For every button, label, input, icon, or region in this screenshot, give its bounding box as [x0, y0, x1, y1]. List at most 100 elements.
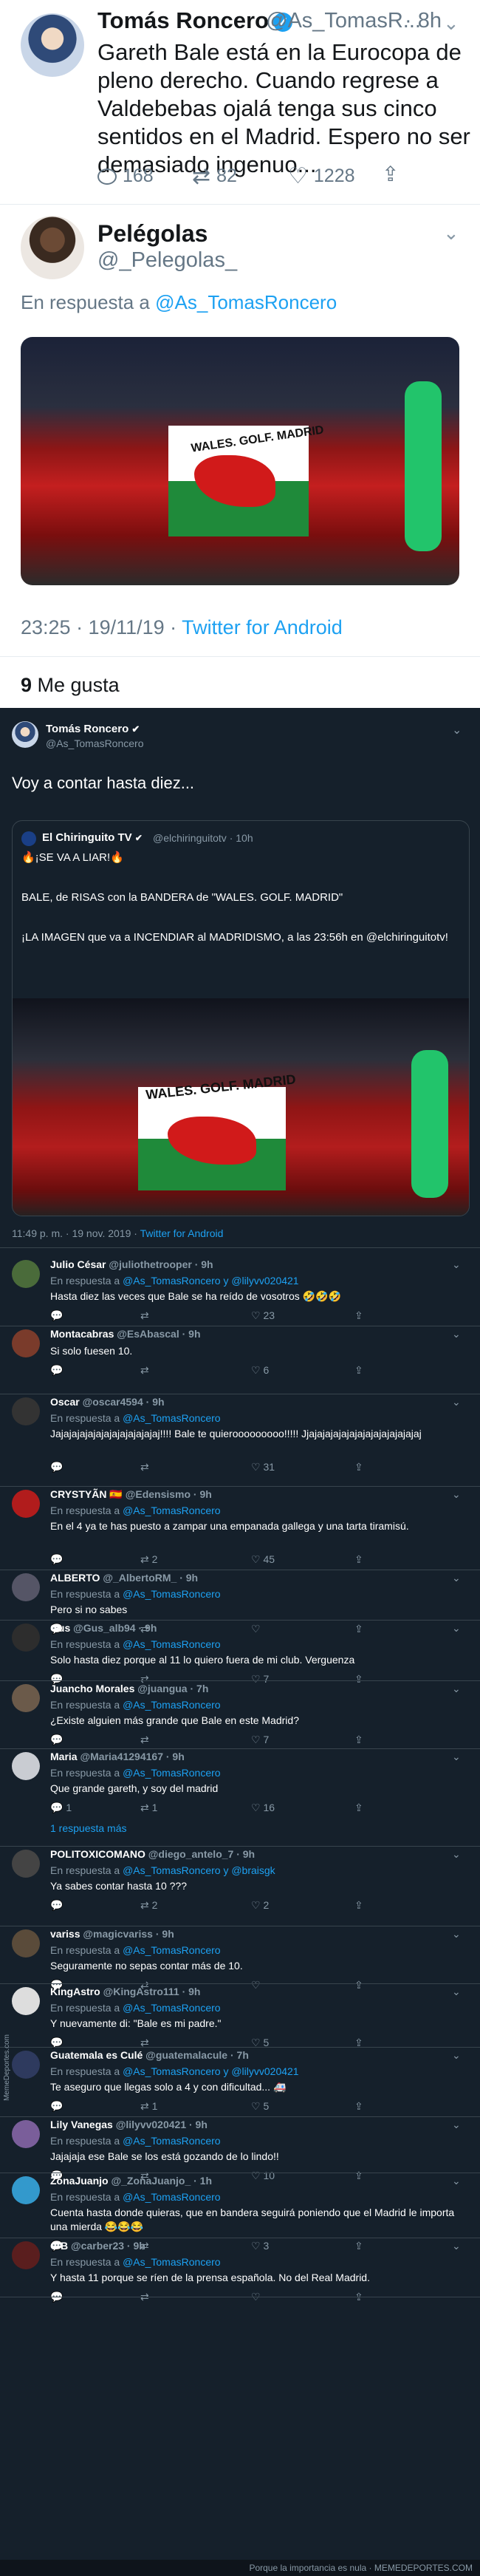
- avatar[interactable]: [12, 1684, 40, 1712]
- mention-link[interactable]: @As_TomasRoncero: [123, 2002, 221, 2014]
- share-button[interactable]: ⇪: [354, 1734, 363, 1746]
- source-link[interactable]: Twitter for Android: [140, 1227, 224, 1239]
- reply-tweet[interactable]: Maria @Maria41294167 · 9h ⌄ En respuesta a…: [0, 1749, 480, 1847]
- mention-link[interactable]: @As_TomasRoncero: [123, 1412, 221, 1424]
- author-name[interactable]: ALBERTO @_AlbertoRM_ · 9h: [50, 1572, 198, 1584]
- author-name[interactable]: C B @carber23 · 9h: [50, 2240, 145, 2252]
- avatar[interactable]: [12, 1329, 40, 1357]
- retweet-button[interactable]: ⇄: [140, 1461, 149, 1473]
- avatar[interactable]: [12, 2241, 40, 2269]
- reply-tweet[interactable]: Julio César @juliothetrooper · 9h ⌄ En res…: [0, 1257, 480, 1326]
- mention-link[interactable]: @As_TomasRoncero: [123, 1944, 221, 1956]
- author-name[interactable]: Julio César @juliothetrooper · 9h: [50, 1258, 213, 1270]
- reply-tweet[interactable]: Montacabras @EsAbascal · 9h ⌄ Si solo fues…: [0, 1326, 480, 1394]
- reply-tweet[interactable]: POLITOXICOMANO @diego_antelo_7 · 9h ⌄ En r…: [0, 1847, 480, 1926]
- chevron-down-icon[interactable]: ⌄: [452, 1848, 461, 1861]
- like-button[interactable]: ♡ 6: [251, 1364, 269, 1377]
- mention-link[interactable]: @As_TomasRoncero: [123, 2256, 221, 2268]
- avatar[interactable]: [12, 1490, 40, 1518]
- mention-link[interactable]: @As_TomasRoncero: [155, 291, 337, 313]
- mention-link[interactable]: @As_TomasRoncero y @lilyvv020421: [123, 2065, 299, 2077]
- like-button[interactable]: ♡ 31: [251, 1461, 275, 1473]
- author-name[interactable]: Pelégolas: [97, 220, 208, 248]
- reply-tweet[interactable]: C B @carber23 · 9h ⌄ En respuesta a @As_To…: [0, 2238, 480, 2303]
- share-button[interactable]: ⇪: [382, 164, 399, 185]
- reply-tweet[interactable]: Guatemala es Culé @guatemalacule · 7h ⌄ En…: [0, 2048, 480, 2117]
- author-name[interactable]: Gus @Gus_alb94 · 9h: [50, 1622, 157, 1634]
- avatar[interactable]: [12, 1987, 40, 2015]
- reply-button[interactable]: 💬 1: [50, 1802, 72, 1814]
- chevron-down-icon[interactable]: ⌄: [452, 1258, 461, 1271]
- avatar[interactable]: [12, 1397, 40, 1425]
- quote-photo[interactable]: WALES. GOLF. MADRID: [13, 998, 469, 1216]
- chevron-down-icon[interactable]: ⌄: [443, 12, 459, 35]
- avatar[interactable]: [21, 13, 84, 77]
- reply-button[interactable]: 💬: [50, 1309, 63, 1322]
- author-name[interactable]: variss @magicvariss · 9h: [50, 1928, 174, 1940]
- retweet-button[interactable]: ⇄: [140, 1309, 149, 1322]
- chevron-down-icon[interactable]: ⌄: [452, 2119, 461, 2131]
- share-button[interactable]: ⇪: [354, 1309, 363, 1322]
- reply-button[interactable]: 💬: [50, 1734, 63, 1746]
- author-name[interactable]: POLITOXICOMANO @diego_antelo_7 · 9h: [50, 1848, 255, 1860]
- reply-tweet[interactable]: Juancho Morales @juangua · 7h ⌄ En respues…: [0, 1681, 480, 1749]
- reply-button[interactable]: 168: [97, 166, 154, 187]
- avatar[interactable]: [12, 721, 38, 748]
- like-button[interactable]: ♡ 16: [251, 1802, 275, 1814]
- mention-link[interactable]: @As_TomasRoncero y @lilyvv020421: [123, 1275, 299, 1287]
- reply-tweet[interactable]: Oscar @oscar4594 · 9h ⌄ En respuesta a @As…: [0, 1394, 480, 1487]
- chevron-down-icon[interactable]: ⌄: [452, 1986, 461, 1998]
- mention-link[interactable]: @As_TomasRoncero: [123, 1767, 221, 1779]
- mention-link[interactable]: @As_TomasRoncero: [123, 1699, 221, 1711]
- avatar[interactable]: [12, 2176, 40, 2204]
- reply-tweet[interactable]: ALBERTO @_AlbertoRM_ · 9h ⌄ En respuesta a…: [0, 1570, 480, 1635]
- avatar[interactable]: [12, 1573, 40, 1601]
- author-name[interactable]: Tomás Roncero ✓: [97, 7, 292, 34]
- chevron-down-icon[interactable]: ⌄: [452, 1328, 461, 1340]
- avatar[interactable]: [12, 1260, 40, 1288]
- like-button[interactable]: ♡ 23: [251, 1309, 275, 1322]
- author-name[interactable]: Juancho Morales @juangua · 7h: [50, 1683, 208, 1694]
- like-button[interactable]: ♡ 5: [251, 2100, 269, 2113]
- chevron-down-icon[interactable]: ⌄: [452, 1928, 461, 1940]
- mention-link[interactable]: @As_TomasRoncero y @braisgk: [123, 1864, 275, 1876]
- share-button[interactable]: ⇪: [354, 1899, 363, 1912]
- reply-tweet[interactable]: variss @magicvariss · 9h ⌄ En respuesta a …: [0, 1926, 480, 1991]
- tweet-photo[interactable]: WALES. GOLF. MADRID: [21, 337, 459, 585]
- mention-link[interactable]: @As_TomasRoncero: [123, 2135, 221, 2147]
- source-link[interactable]: Twitter for Android: [182, 616, 343, 638]
- reply-tweet[interactable]: ZonaJuanjo @_ZonaJuanjo_ · 1h ⌄ En respues…: [0, 2173, 480, 2252]
- share-button[interactable]: ⇪: [354, 2100, 363, 2113]
- share-button[interactable]: ⇪: [354, 1802, 363, 1814]
- author-name[interactable]: Maria @Maria41294167 · 9h: [50, 1751, 185, 1762]
- reply-tweet[interactable]: CRYSTYÃN 🇪🇸 @Edensismo · 9h ⌄ En respuesta…: [0, 1487, 480, 1570]
- chevron-down-icon[interactable]: ⌄: [443, 222, 459, 245]
- like-button[interactable]: ♡ 2: [251, 1899, 269, 1912]
- mention-link[interactable]: @As_TomasRoncero: [123, 1588, 221, 1600]
- like-button[interactable]: ♡ 45: [251, 1553, 275, 1566]
- reply-tweet[interactable]: Lily Vanegas @lilyvv020421 · 9h ⌄ En respu…: [0, 2117, 480, 2181]
- share-button[interactable]: ⇪: [354, 1461, 363, 1473]
- avatar[interactable]: [12, 1850, 40, 1878]
- author-name[interactable]: Montacabras @EsAbascal · 9h: [50, 1328, 201, 1340]
- avatar[interactable]: [12, 1623, 40, 1652]
- reply-button[interactable]: 💬: [50, 1364, 63, 1377]
- mention-link[interactable]: @As_TomasRoncero: [123, 2191, 221, 2203]
- like-button[interactable]: ♡ 1228: [288, 165, 355, 187]
- share-button[interactable]: ⇪: [354, 1553, 363, 1566]
- mention-link[interactable]: @As_TomasRoncero: [123, 1505, 221, 1516]
- chevron-down-icon[interactable]: ⌄: [452, 1572, 461, 1584]
- retweet-button[interactable]: ⇄ 82: [192, 165, 237, 187]
- chevron-down-icon[interactable]: ⌄: [452, 723, 462, 737]
- retweet-button[interactable]: ⇄: [140, 1364, 149, 1377]
- retweet-button[interactable]: ⇄: [140, 1734, 149, 1746]
- avatar[interactable]: [12, 2051, 40, 2079]
- retweet-button[interactable]: ⇄ 1: [140, 2100, 157, 2113]
- author-name[interactable]: CRYSTYÃN 🇪🇸 @Edensismo · 9h: [50, 1488, 212, 1501]
- author-name[interactable]: Oscar @oscar4594 · 9h: [50, 1396, 165, 1408]
- chevron-down-icon[interactable]: ⌄: [452, 2240, 461, 2252]
- avatar[interactable]: [12, 1752, 40, 1780]
- retweet-button[interactable]: ⇄ 2: [140, 1553, 157, 1566]
- more-replies-link[interactable]: 1 respuesta más: [50, 1822, 127, 1834]
- reply-button[interactable]: 💬: [50, 1461, 63, 1473]
